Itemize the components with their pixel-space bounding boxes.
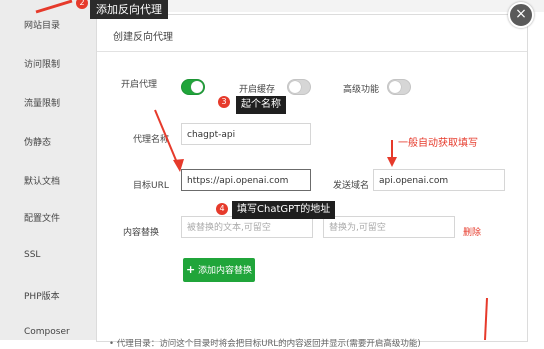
proxy-directory-hint: • 代理目录：访问这个目录时将会把目标URL的内容返回并显示(需要开启高级功能)	[109, 339, 421, 349]
close-icon[interactable]: ×	[508, 2, 534, 28]
advanced-label: 高级功能	[343, 85, 380, 95]
enable-cache-toggle[interactable]	[287, 79, 311, 95]
toggle-knob	[191, 81, 203, 93]
dialog-tab-row: 创建反向代理	[97, 15, 527, 52]
target-url-input[interactable]: https://api.openai.com	[181, 169, 311, 191]
sidebar-item-traffic-limit[interactable]: 流量限制	[24, 96, 60, 109]
dialog-title: 添加反向代理	[90, 0, 168, 19]
sidebar: 网站目录 访问限制 流量限制 伪静态 默认文档 配置文件 SSL PHP版本 C…	[0, 0, 97, 340]
plus-icon: +	[185, 263, 196, 276]
replace-from-input[interactable]: 被替换的文本,可留空	[181, 216, 313, 238]
send-domain-label: 发送域名	[333, 181, 370, 191]
step-4-callout: 填写ChatGPT的地址	[232, 201, 336, 219]
sidebar-item-composer[interactable]: Composer	[24, 327, 70, 337]
sidebar-item-site-directory[interactable]: 网站目录	[24, 18, 60, 31]
add-content-replace-label: 添加内容替换	[198, 266, 253, 276]
enable-proxy-label: 开启代理	[121, 80, 158, 90]
enable-proxy-toggle[interactable]	[181, 79, 205, 95]
step-3-callout: 起个名称	[236, 96, 286, 114]
send-domain-input[interactable]: api.openai.com	[373, 169, 505, 191]
reverse-proxy-dialog: 创建反向代理 开启代理 开启缓存 高级功能 代理名称 chagpt-api 目标…	[96, 14, 528, 349]
step-3-badge: 3	[218, 96, 230, 108]
sidebar-item-ssl[interactable]: SSL	[24, 250, 40, 260]
replace-to-input[interactable]: 替换为,可留空	[323, 216, 455, 238]
add-content-replace-button[interactable]: + 添加内容替换	[183, 258, 255, 282]
sidebar-item-php-version[interactable]: PHP版本	[24, 289, 60, 302]
sidebar-item-rewrite[interactable]: 伪静态	[24, 135, 51, 148]
sidebar-item-default-doc[interactable]: 默认文档	[24, 174, 60, 187]
content-replace-label: 内容替换	[123, 228, 160, 238]
proxy-name-input[interactable]: chagpt-api	[181, 123, 311, 145]
sidebar-item-access-limit[interactable]: 访问限制	[24, 57, 60, 70]
toggle-knob	[289, 81, 301, 93]
sidebar-item-config-file[interactable]: 配置文件	[24, 211, 60, 224]
target-url-label: 目标URL	[133, 181, 169, 191]
proxy-name-label: 代理名称	[133, 135, 170, 145]
step-4-badge: 4	[216, 203, 228, 215]
toggle-knob	[389, 81, 401, 93]
auto-fill-note: 一般自动获取填写	[398, 138, 478, 149]
delete-replace-link[interactable]: 删除	[463, 225, 481, 238]
advanced-toggle[interactable]	[387, 79, 411, 95]
tab-create-reverse-proxy[interactable]: 创建反向代理	[113, 28, 173, 43]
enable-cache-label: 开启缓存	[239, 85, 276, 95]
